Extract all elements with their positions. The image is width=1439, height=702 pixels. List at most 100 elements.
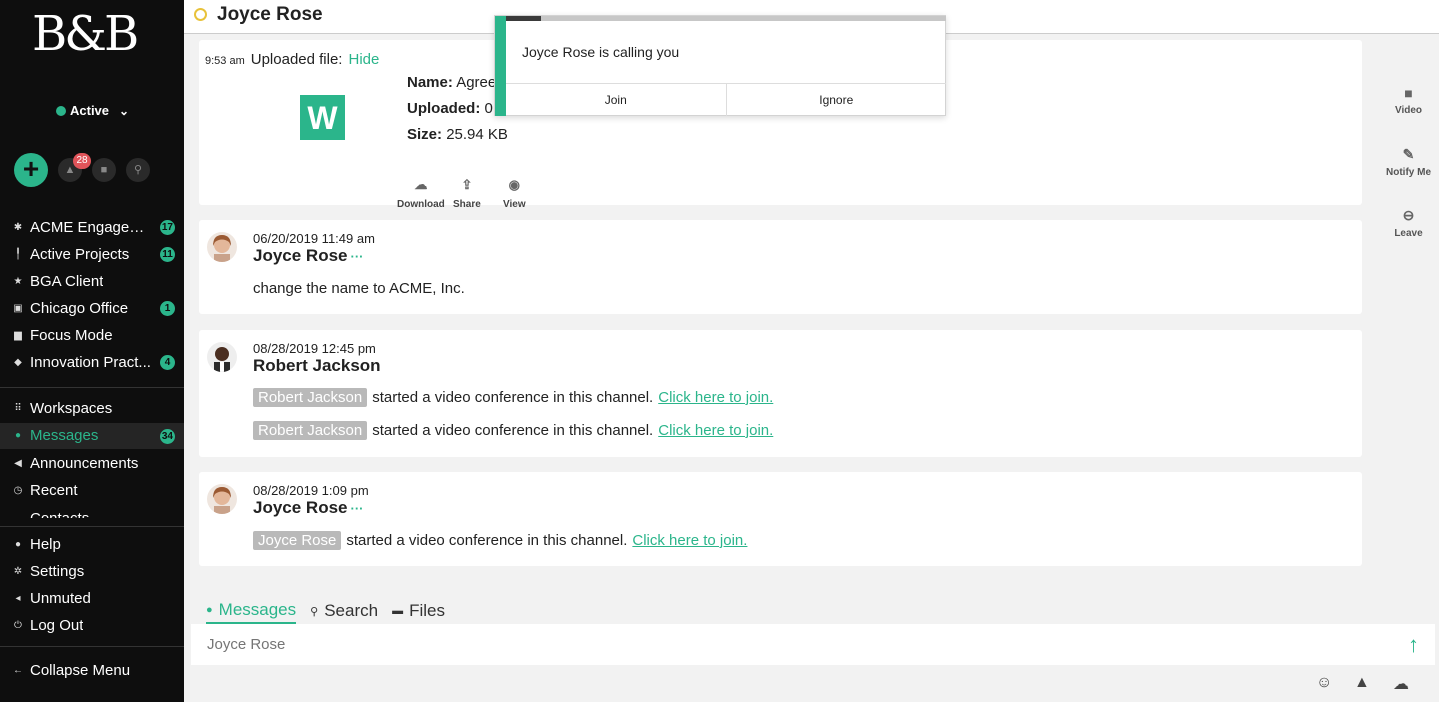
- sidebar-item-label: Focus Mode: [30, 326, 113, 344]
- share-button[interactable]: ⇪ Share: [453, 177, 481, 210]
- notify-me-label: Notify Me: [1386, 167, 1431, 178]
- emoji-icon[interactable]: ☺: [1316, 674, 1332, 692]
- cloud-download-icon: ☁: [414, 177, 428, 192]
- contacts-icon: ▬: [13, 512, 23, 519]
- conference-text: started a video conference in this chann…: [346, 532, 628, 549]
- unread-count-badge: 1: [160, 301, 175, 316]
- message-input[interactable]: [191, 624, 1391, 665]
- sidebar-item-focus-mode[interactable]: ▆ Focus Mode: [0, 322, 184, 348]
- alerts-count-badge: 28: [73, 153, 91, 169]
- avatar[interactable]: [207, 232, 237, 262]
- conference-text: started a video conference in this chann…: [372, 389, 654, 406]
- unread-count-badge: 17: [159, 220, 175, 235]
- tab-search[interactable]: ⚲ Search: [310, 600, 378, 624]
- join-conference-link[interactable]: Click here to join.: [632, 532, 747, 549]
- send-arrow-icon[interactable]: ↑: [1408, 632, 1419, 658]
- sidebar-item-chicago-office[interactable]: ▣ Chicago Office 1: [0, 295, 184, 321]
- sidebar-divider: [0, 526, 184, 527]
- sidebar-item-contacts[interactable]: ▬ Contacts: [0, 505, 184, 519]
- status-selector[interactable]: Active ⌄: [56, 103, 129, 118]
- unread-count-badge: 34: [159, 428, 175, 444]
- sidebar-item-label: Chicago Office: [30, 299, 129, 317]
- notify-me-button[interactable]: ✎ Notify Me: [1378, 146, 1439, 178]
- file-size-value: 25.94 KB: [446, 126, 508, 143]
- sidebar-item-acme-engagem[interactable]: ✱ ACME Engagem... 17: [0, 214, 184, 240]
- user-mention-chip[interactable]: Joyce Rose: [253, 531, 342, 550]
- sidebar-item-help[interactable]: ● Help: [0, 531, 184, 557]
- tab-messages[interactable]: ● Messages: [206, 600, 297, 624]
- video-button[interactable]: ■ Video: [1378, 85, 1439, 116]
- message-composer: ↑: [191, 624, 1435, 665]
- status-label: Active: [70, 103, 110, 118]
- sidebar: B&B Active ⌄ + ▲ 28 ■ ⚲ ⠿ Workspaces ● Mess…: [0, 0, 184, 702]
- sidebar-item-active-projects[interactable]: ╿ Active Projects 11: [0, 241, 184, 267]
- message-time: 9:53 am: [205, 55, 245, 67]
- download-label: Download: [397, 199, 445, 210]
- grid-icon: ⠿: [14, 402, 22, 414]
- collapse-menu-button[interactable]: ← Collapse Menu: [0, 657, 184, 683]
- tab-files[interactable]: ▬ Files: [392, 600, 445, 624]
- tab-search-label: Search: [324, 601, 379, 620]
- sidebar-item-log-out[interactable]: ⏻ Log Out: [0, 612, 184, 638]
- app-logo: B&B: [32, 6, 139, 62]
- user-mention-chip[interactable]: Robert Jackson: [253, 421, 368, 440]
- message-author[interactable]: Robert Jackson: [253, 356, 381, 376]
- message-card: 08/28/2019 1:09 pm Joyce Rose ··· Joyce R…: [199, 472, 1362, 566]
- sidebar-item-announcements[interactable]: ◀ Announcements: [0, 450, 184, 476]
- alert-icon[interactable]: ▲: [1354, 674, 1370, 692]
- pin-icon: ╿: [14, 248, 22, 260]
- file-uploaded-row: Uploaded: 0: [407, 100, 493, 117]
- file-uploaded-label: Uploaded:: [407, 100, 481, 117]
- sidebar-item-messages[interactable]: ● Messages 34: [0, 422, 184, 449]
- sidebar-item-label: Workspaces: [30, 399, 113, 417]
- unread-count-badge: 4: [160, 355, 175, 370]
- leave-button[interactable]: ⊖ Leave: [1378, 207, 1439, 239]
- file-name-value: Agree: [456, 74, 497, 91]
- message-card: 06/20/2019 11:49 am Joyce Rose ··· change…: [199, 220, 1362, 314]
- sidebar-item-label: Help: [30, 535, 61, 553]
- sidebar-item-workspaces[interactable]: ⠿ Workspaces: [0, 395, 184, 421]
- search-icon: ⚲: [310, 605, 319, 618]
- video-conference-line: Joyce Rose started a video conference in…: [253, 531, 747, 550]
- sidebar-item-label: Innovation Pract...: [30, 353, 151, 371]
- more-options-icon[interactable]: ···: [351, 501, 364, 516]
- hide-file-link[interactable]: Hide: [348, 51, 379, 68]
- conference-text: started a video conference in this chann…: [372, 422, 654, 439]
- sidebar-item-unmuted[interactable]: ◂ Unmuted: [0, 585, 184, 611]
- message-author[interactable]: Joyce Rose ···: [253, 246, 364, 266]
- avatar[interactable]: [207, 342, 237, 372]
- incoming-call-popup: Joyce Rose is calling you Join Ignore: [494, 15, 946, 116]
- video-camera-icon: ■: [1404, 85, 1413, 101]
- download-button[interactable]: ☁ Download: [397, 177, 445, 210]
- new-item-button[interactable]: +: [14, 153, 48, 187]
- video-conference-line: Robert Jackson started a video conferenc…: [253, 421, 773, 440]
- user-mention-chip[interactable]: Robert Jackson: [253, 388, 368, 407]
- join-call-button[interactable]: Join: [506, 84, 726, 116]
- view-button[interactable]: ◉ View: [503, 177, 526, 210]
- search-button[interactable]: ⚲: [126, 158, 150, 182]
- word-file-icon[interactable]: W: [300, 95, 345, 140]
- graduation-cap-icon: ◆: [14, 356, 22, 368]
- file-name-label: Name:: [407, 74, 453, 91]
- sidebar-item-settings[interactable]: ✲ Settings: [0, 558, 184, 584]
- more-options-icon[interactable]: ···: [351, 249, 364, 264]
- join-conference-link[interactable]: Click here to join.: [658, 389, 773, 406]
- sidebar-item-bga-client[interactable]: ★ BGA Client: [0, 268, 184, 294]
- avatar-joyce-image: [207, 484, 237, 514]
- leave-label: Leave: [1394, 228, 1423, 239]
- video-call-button[interactable]: ■: [92, 158, 116, 182]
- share-label: Share: [453, 199, 481, 210]
- chevron-down-icon: ⌄: [119, 103, 130, 118]
- call-timeout-progress: [506, 16, 946, 21]
- cloud-upload-icon[interactable]: ☁: [1393, 674, 1409, 694]
- ignore-call-button[interactable]: Ignore: [725, 84, 947, 116]
- status-dot-icon: [56, 105, 66, 116]
- sidebar-item-label: Settings: [30, 562, 85, 580]
- join-conference-link[interactable]: Click here to join.: [658, 422, 773, 439]
- search-icon: ⚲: [133, 164, 143, 176]
- sidebar-item-innovation-pract[interactable]: ◆ Innovation Pract... 4: [0, 349, 184, 375]
- message-author[interactable]: Joyce Rose ···: [253, 498, 364, 518]
- avatar[interactable]: [207, 484, 237, 514]
- call-timeout-progress-fill: [506, 16, 542, 21]
- sidebar-item-recent[interactable]: ◷ Recent: [0, 478, 184, 504]
